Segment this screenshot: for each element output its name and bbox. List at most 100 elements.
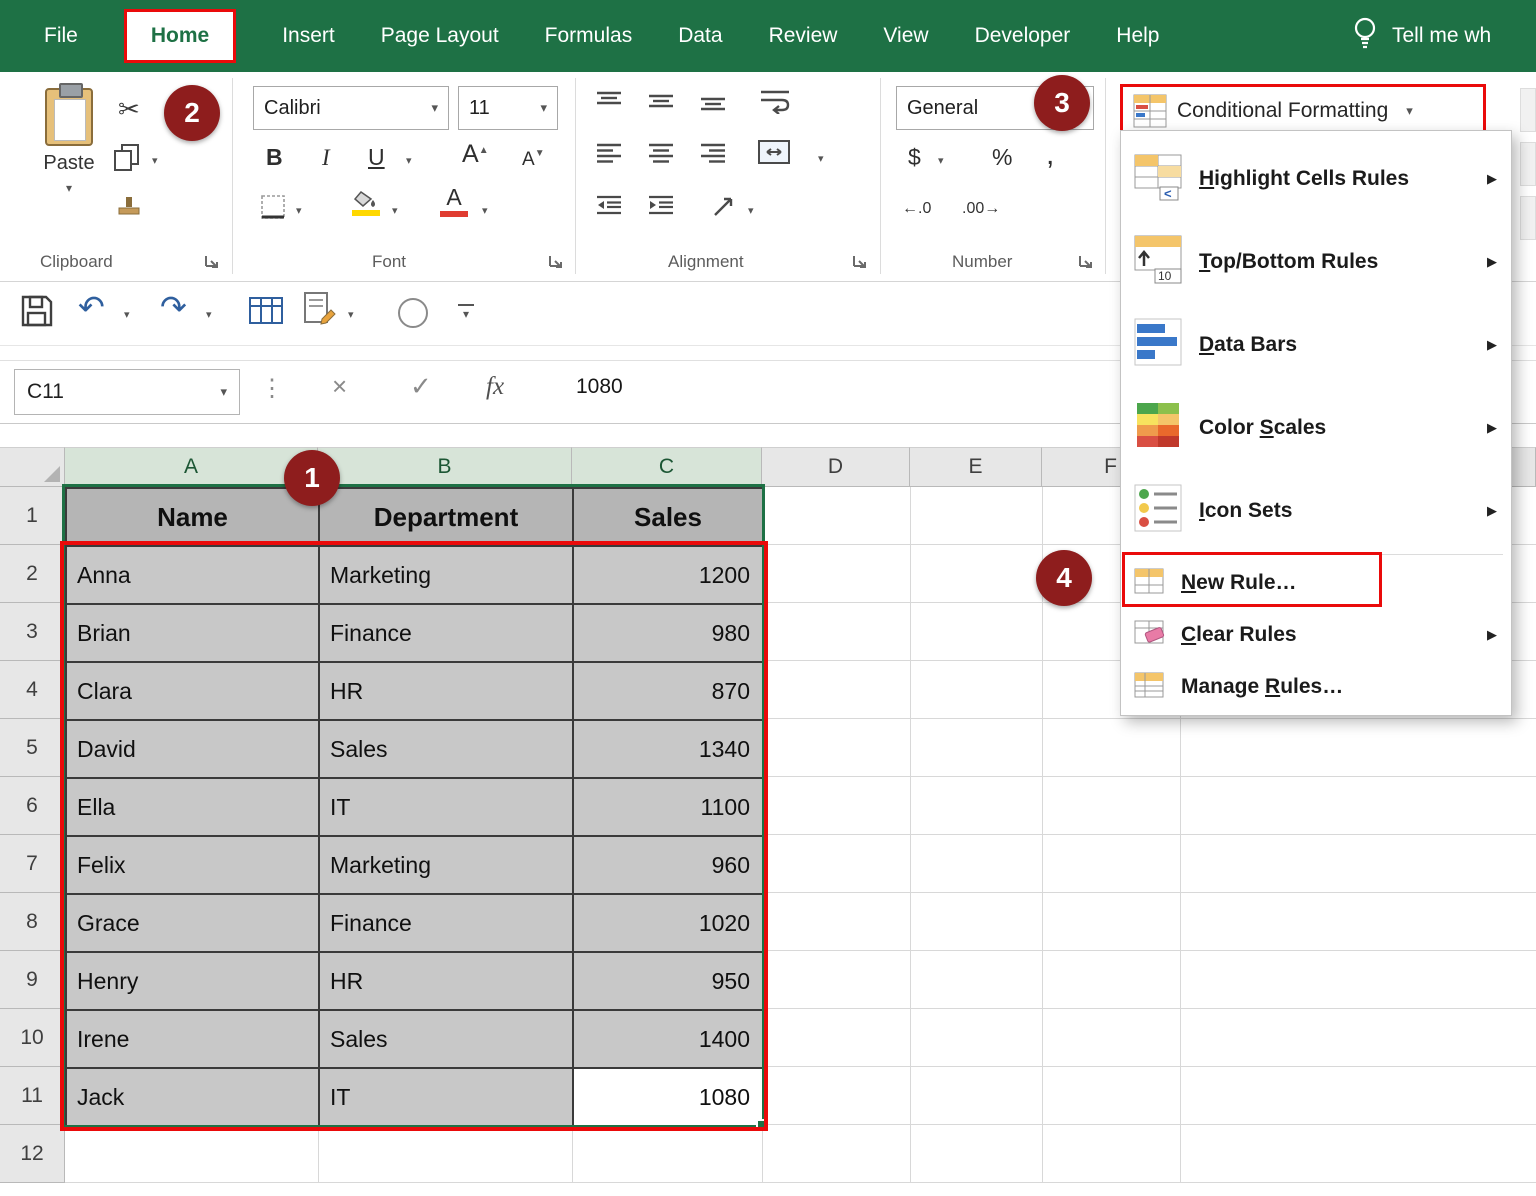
confirm-entry-button[interactable]: ✓: [410, 373, 432, 399]
menu-item-clear-rules[interactable]: Clear Rules ▶: [1121, 609, 1511, 661]
tab-file[interactable]: File: [44, 24, 78, 48]
align-left-button[interactable]: [596, 142, 622, 164]
tab-data[interactable]: Data: [678, 24, 722, 48]
cell-a11[interactable]: Jack: [67, 1069, 320, 1127]
increase-decimal-button[interactable]: ←.0: [902, 200, 931, 218]
clipboard-dialog-launcher[interactable]: [204, 254, 219, 274]
tab-review[interactable]: Review: [769, 24, 838, 48]
font-color-button[interactable]: A: [440, 186, 468, 217]
accounting-dropdown-caret[interactable]: ▾: [938, 154, 944, 167]
paste-button[interactable]: Paste ▾: [24, 84, 114, 242]
top-align-button[interactable]: [596, 90, 622, 112]
tab-formulas[interactable]: Formulas: [545, 24, 633, 48]
cell-a6[interactable]: Ella: [67, 779, 320, 837]
row-header-7[interactable]: 7: [0, 835, 65, 893]
cell-b2[interactable]: Marketing: [320, 547, 574, 605]
row-header-4[interactable]: 4: [0, 661, 65, 719]
borders-dropdown-caret[interactable]: ▾: [296, 204, 302, 217]
cell-a1[interactable]: Name: [67, 489, 320, 547]
column-header-e[interactable]: E: [910, 447, 1042, 487]
shrink-font-button[interactable]: A▼: [522, 150, 545, 169]
font-dialog-launcher[interactable]: [548, 254, 563, 274]
undo-dropdown-caret[interactable]: ▾: [124, 308, 130, 321]
row-header-2[interactable]: 2: [0, 545, 65, 603]
cell-c3[interactable]: 980: [574, 605, 764, 663]
menu-item-data-bars[interactable]: Data Bars ▶: [1121, 303, 1511, 386]
borders-button[interactable]: [260, 194, 286, 220]
column-header-d[interactable]: D: [762, 447, 910, 487]
row-header-12[interactable]: 12: [0, 1125, 65, 1183]
cell-c5[interactable]: 1340: [574, 721, 764, 779]
cell-c10[interactable]: 1400: [574, 1011, 764, 1069]
cell-a5[interactable]: David: [67, 721, 320, 779]
decrease-decimal-button[interactable]: .00→: [962, 200, 1000, 218]
comma-style-button[interactable]: ,: [1046, 140, 1054, 170]
font-size-combo[interactable]: 11 ▾: [458, 86, 558, 130]
undo-button[interactable]: ↶: [78, 288, 105, 326]
align-center-button[interactable]: [648, 142, 674, 164]
tab-page-layout[interactable]: Page Layout: [381, 24, 499, 48]
row-header-10[interactable]: 10: [0, 1009, 65, 1067]
tab-home[interactable]: Home: [124, 9, 236, 63]
font-color-dropdown-caret[interactable]: ▾: [482, 204, 488, 217]
cell-b6[interactable]: IT: [320, 779, 574, 837]
bottom-align-button[interactable]: [700, 90, 726, 112]
cell-c8[interactable]: 1020: [574, 895, 764, 953]
cell-a7[interactable]: Felix: [67, 837, 320, 895]
orientation-dropdown-caret[interactable]: ▾: [748, 204, 754, 217]
menu-item-top-bottom-rules[interactable]: 10 Top/Bottom Rules ▶: [1121, 220, 1511, 303]
fill-color-button[interactable]: [352, 190, 380, 216]
customize-toolbar-button[interactable]: ▾: [456, 304, 476, 321]
cell-c4[interactable]: 870: [574, 663, 764, 721]
conditional-formatting-button[interactable]: Conditional Formatting ▾: [1125, 88, 1481, 134]
cell-b8[interactable]: Finance: [320, 895, 574, 953]
middle-align-button[interactable]: [648, 90, 674, 112]
tab-developer[interactable]: Developer: [975, 24, 1071, 48]
name-box[interactable]: C11 ▾: [14, 369, 240, 415]
cell-b4[interactable]: HR: [320, 663, 574, 721]
column-header-a[interactable]: A: [65, 447, 318, 487]
row-header-9[interactable]: 9: [0, 951, 65, 1009]
tab-insert[interactable]: Insert: [282, 24, 335, 48]
decrease-indent-button[interactable]: [596, 194, 622, 216]
cut-button[interactable]: ✂: [118, 94, 140, 125]
menu-item-manage-rules[interactable]: Manage Rules…: [1121, 661, 1511, 713]
row-header-8[interactable]: 8: [0, 893, 65, 951]
cell-b5[interactable]: Sales: [320, 721, 574, 779]
increase-indent-button[interactable]: [648, 194, 674, 216]
column-header-c[interactable]: C: [572, 447, 762, 487]
alignment-dialog-launcher[interactable]: [852, 254, 867, 274]
cell-a4[interactable]: Clara: [67, 663, 320, 721]
cell-c11-active[interactable]: 1080: [574, 1069, 764, 1127]
menu-item-new-rule[interactable]: New Rule…: [1121, 557, 1511, 609]
cell-a9[interactable]: Henry: [67, 953, 320, 1011]
merge-center-button[interactable]: [758, 140, 790, 164]
cell-c9[interactable]: 950: [574, 953, 764, 1011]
format-painter-button[interactable]: [116, 196, 142, 222]
align-right-button[interactable]: [700, 142, 726, 164]
form-tool-dropdown-caret[interactable]: ▾: [348, 308, 354, 321]
shape-tool-button[interactable]: [398, 298, 428, 328]
menu-item-color-scales[interactable]: Color Scales ▶: [1121, 386, 1511, 469]
redo-dropdown-caret[interactable]: ▾: [206, 308, 212, 321]
select-all-corner[interactable]: [0, 447, 65, 487]
font-name-combo[interactable]: Calibri ▾: [253, 86, 449, 130]
fill-color-dropdown-caret[interactable]: ▾: [392, 204, 398, 217]
menu-item-highlight-cells-rules[interactable]: < Highlight Cells Rules ▶: [1121, 137, 1511, 220]
cell-b9[interactable]: HR: [320, 953, 574, 1011]
row-header-6[interactable]: 6: [0, 777, 65, 835]
cell-a10[interactable]: Irene: [67, 1011, 320, 1069]
tell-me-search[interactable]: Tell me wh: [1352, 0, 1491, 72]
accounting-format-button[interactable]: $: [908, 146, 921, 169]
insert-function-button[interactable]: fx: [486, 373, 504, 401]
row-header-11[interactable]: 11: [0, 1067, 65, 1125]
percent-style-button[interactable]: %: [992, 146, 1012, 169]
cell-b11[interactable]: IT: [320, 1069, 574, 1127]
save-button[interactable]: [20, 294, 54, 328]
merge-dropdown-caret[interactable]: ▾: [818, 152, 824, 165]
cell-a2[interactable]: Anna: [67, 547, 320, 605]
cell-a3[interactable]: Brian: [67, 605, 320, 663]
cell-b7[interactable]: Marketing: [320, 837, 574, 895]
tab-help[interactable]: Help: [1116, 24, 1159, 48]
cell-c7[interactable]: 960: [574, 837, 764, 895]
